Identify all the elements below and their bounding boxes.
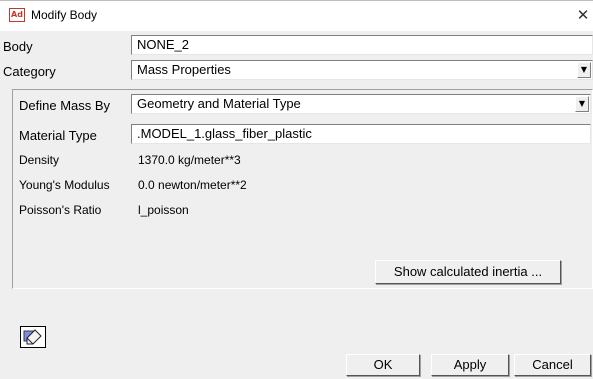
body-value: NONE_2 xyxy=(137,37,190,52)
mass-properties-group: Define Mass By Geometry and Material Typ… xyxy=(12,89,593,289)
density-label: Density xyxy=(19,153,60,167)
modify-body-dialog: Ad Modify Body ✕ Body NONE_2 Category Ma… xyxy=(0,0,593,379)
title-bar: Ad Modify Body ✕ xyxy=(0,0,593,30)
form-area: Body NONE_2 Category Mass Properties ▼ D… xyxy=(0,31,593,331)
edit-pencil-icon[interactable] xyxy=(20,326,46,348)
close-icon[interactable]: ✕ xyxy=(575,5,591,25)
category-value: Mass Properties xyxy=(137,62,231,77)
material-type-label: Material Type xyxy=(19,128,97,143)
youngs-modulus-label: Young's Modulus xyxy=(19,178,110,192)
apply-button[interactable]: Apply xyxy=(431,354,509,376)
density-value: 1370.0 kg/meter**3 xyxy=(138,153,241,167)
chevron-down-icon[interactable]: ▼ xyxy=(575,96,589,112)
window-title: Modify Body xyxy=(31,8,98,22)
category-dropdown[interactable]: Mass Properties ▼ xyxy=(131,60,593,80)
show-inertia-button[interactable]: Show calculated inertia ... xyxy=(375,260,561,284)
cancel-button[interactable]: Cancel xyxy=(514,354,591,376)
material-type-field[interactable]: .MODEL_1.glass_fiber_plastic xyxy=(131,124,591,144)
body-field[interactable]: NONE_2 xyxy=(131,35,593,55)
dialog-footer: OK Apply Cancel xyxy=(0,331,593,379)
poissons-ratio-label: Poisson's Ratio xyxy=(19,203,102,217)
define-mass-by-value: Geometry and Material Type xyxy=(137,96,301,111)
chevron-down-icon[interactable]: ▼ xyxy=(577,62,591,78)
youngs-modulus-value: 0.0 newton/meter**2 xyxy=(138,178,247,192)
define-mass-by-label: Define Mass By xyxy=(19,98,111,113)
adams-app-icon: Ad xyxy=(9,8,25,22)
category-label: Category xyxy=(3,64,56,79)
poissons-ratio-value: l_poisson xyxy=(138,203,189,217)
material-type-value: .MODEL_1.glass_fiber_plastic xyxy=(137,126,312,141)
define-mass-by-dropdown[interactable]: Geometry and Material Type ▼ xyxy=(131,94,591,114)
body-label: Body xyxy=(3,39,33,54)
ok-button[interactable]: OK xyxy=(346,354,420,376)
